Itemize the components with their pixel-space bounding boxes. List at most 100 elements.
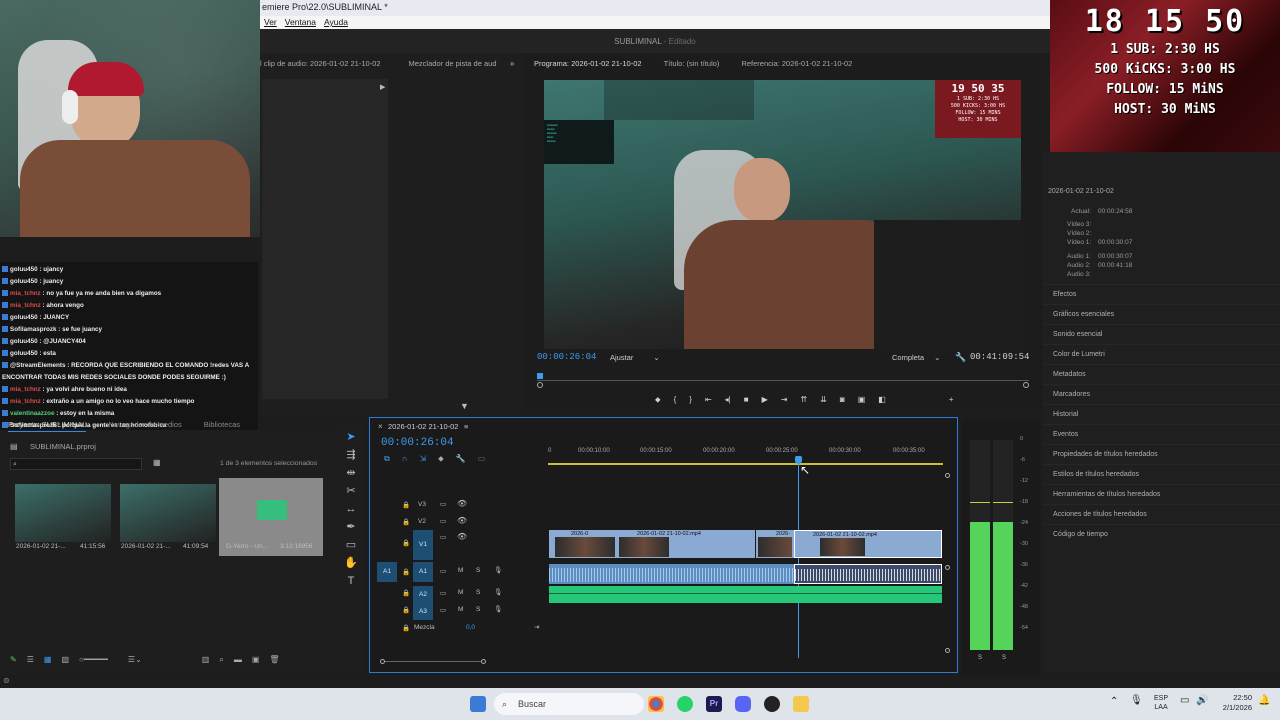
timeline-timecode[interactable]: 00:00:26:04 xyxy=(381,437,454,449)
whatsapp-icon[interactable] xyxy=(677,696,693,712)
quality-dropdown[interactable]: Completa ⌄ xyxy=(892,353,940,362)
play-icon[interactable]: ▶ xyxy=(762,395,768,407)
track-label-a1[interactable]: A1 xyxy=(413,562,433,582)
new-bin-icon[interactable]: ▦ xyxy=(153,458,161,467)
video-clip[interactable]: 2026-01-02 21-10-02.mp4 xyxy=(619,530,755,558)
step-back-icon[interactable]: ◂| xyxy=(725,395,731,407)
sort-icon[interactable]: ☰⌄ xyxy=(128,655,142,667)
lock-icon[interactable]: 🔒 xyxy=(402,501,410,509)
go-to-in-icon[interactable]: ⇤ xyxy=(705,395,712,407)
audio-clip-a1[interactable] xyxy=(549,564,794,584)
mute-button[interactable]: M xyxy=(458,606,463,613)
nest-icon[interactable]: ⧉ xyxy=(384,454,390,464)
tab-audio-clip-mixer[interactable]: l clip de audio: 2026-01-02 21-10-02 xyxy=(260,59,381,73)
premiere-icon[interactable]: Pr xyxy=(706,696,722,712)
panel-item[interactable]: Código de tiempo xyxy=(1043,524,1280,544)
selection-tool-icon[interactable]: ➤ xyxy=(344,430,358,444)
menu-ventana[interactable]: Ventana xyxy=(285,17,316,29)
expand-arrow-icon[interactable]: ▶ xyxy=(380,83,385,91)
video-clip[interactable]: 2026- xyxy=(756,530,794,558)
vr-icon[interactable]: ◧ xyxy=(878,395,886,407)
track-label-v1[interactable]: V1 xyxy=(413,530,433,560)
panel-item[interactable]: Gráficos esenciales xyxy=(1043,304,1280,324)
panel-item[interactable]: Metadatos xyxy=(1043,364,1280,384)
tab-audio-track-mixer[interactable]: Mezclador de pista de aud xyxy=(409,59,497,73)
lock-icon[interactable]: 🔒 xyxy=(402,518,410,526)
video-clip-selected[interactable]: 2026-01-02 21-10-02.mp4 xyxy=(794,530,942,558)
sync-lock-icon[interactable]: ▭ xyxy=(440,589,446,597)
playhead-marker[interactable] xyxy=(537,373,543,379)
extract-icon[interactable]: ⇊ xyxy=(820,395,827,407)
lock-icon[interactable]: 🔒 xyxy=(402,624,410,632)
sync-lock-icon[interactable]: ▭ xyxy=(440,500,446,508)
icon-view-icon[interactable]: ▦ xyxy=(44,655,52,667)
ripple-edit-tool-icon[interactable]: ⇹ xyxy=(344,466,358,480)
language-indicator[interactable]: ESP LAA xyxy=(1154,694,1168,712)
automate-icon[interactable]: ▥ xyxy=(202,655,210,667)
mix-value[interactable]: 0,0 xyxy=(466,624,475,631)
panel-item[interactable]: Color de Lumetri xyxy=(1043,344,1280,364)
add-button-icon[interactable]: + xyxy=(949,395,954,407)
obs-icon[interactable] xyxy=(764,696,780,712)
mute-button[interactable]: M xyxy=(458,589,463,596)
menu-ayuda[interactable]: Ayuda xyxy=(324,17,348,29)
wrench-icon[interactable]: 🔧 xyxy=(955,352,966,363)
project-search-input[interactable]: ⌕ xyxy=(10,458,142,470)
lock-icon[interactable]: 🔒 xyxy=(402,606,410,614)
panel-item[interactable]: Eventos xyxy=(1043,424,1280,444)
sync-lock-icon[interactable]: ▭ xyxy=(440,567,446,575)
panel-item[interactable]: Herramientas de títulos heredados xyxy=(1043,484,1280,504)
find-icon[interactable]: ⌕ xyxy=(219,655,223,667)
scroll-handle-left[interactable] xyxy=(537,382,543,388)
project-item-thumb-1[interactable] xyxy=(15,484,111,542)
microphone-icon[interactable]: 🎙 xyxy=(494,588,502,596)
program-current-time[interactable]: 00:00:26:04 xyxy=(537,352,596,362)
track-label-a3[interactable]: A3 xyxy=(413,603,433,620)
add-marker-icon[interactable]: ⬥ xyxy=(655,395,661,407)
hand-tool-icon[interactable]: ✋ xyxy=(344,556,358,570)
new-item-icon[interactable]: ▣ xyxy=(252,655,260,667)
tab-program[interactable]: Programa: 2026-01-02 21-10-02 xyxy=(534,59,642,73)
work-area-bar[interactable] xyxy=(548,463,943,465)
razor-tool-icon[interactable]: ✂ xyxy=(344,484,358,498)
sequence-tab[interactable]: 2026-01-02 21-10-02 xyxy=(388,422,458,431)
export-frame-icon[interactable]: ◙ xyxy=(840,395,845,407)
sync-lock-icon[interactable]: ▭ xyxy=(440,606,446,614)
settings-wrench-icon[interactable]: 🔧 xyxy=(456,454,466,464)
type-tool-icon[interactable]: T xyxy=(344,574,358,588)
microphone-icon[interactable]: 🎙 xyxy=(494,605,502,613)
panel-item[interactable]: Sonido esencial xyxy=(1043,324,1280,344)
chrome-icon[interactable] xyxy=(648,696,664,712)
panel-item[interactable]: Historial xyxy=(1043,404,1280,424)
eye-icon[interactable]: 👁 xyxy=(457,516,467,525)
eye-icon[interactable]: 👁 xyxy=(457,532,467,541)
program-video-frame[interactable]: ▪▪▪▪▪▪▪▪▪▪ ▪▪▪▪▪▪▪ ▪▪▪▪▪▪▪▪▪ ▪▪▪▪▪▪ ▪▪▪▪▪▪▪▪… xyxy=(544,80,1021,349)
panel-item[interactable]: Efectos xyxy=(1043,284,1280,304)
marker-icon[interactable]: ⬥ xyxy=(438,454,444,464)
show-hidden-icons-icon[interactable]: ⌃ xyxy=(1110,696,1118,707)
stop-icon[interactable]: ■ xyxy=(744,395,749,407)
program-scrub-bar[interactable] xyxy=(537,370,1029,388)
discord-icon[interactable] xyxy=(735,696,751,712)
notifications-icon[interactable]: 🔔 xyxy=(1258,695,1270,706)
go-to-out-icon[interactable]: ⇥ xyxy=(781,395,788,407)
pen-tool-icon[interactable]: ✒ xyxy=(344,520,358,534)
microphone-icon[interactable]: 🎙 xyxy=(1130,695,1143,706)
lock-icon[interactable]: 🔒 xyxy=(402,539,410,547)
compare-icon[interactable]: ▣ xyxy=(858,395,866,407)
lock-icon[interactable]: 🔒 xyxy=(402,568,410,576)
panel-item[interactable]: Marcadores xyxy=(1043,384,1280,404)
captions-icon[interactable]: ▭ xyxy=(478,454,486,464)
project-item-thumb-2[interactable] xyxy=(120,484,216,542)
panel-item[interactable]: Estilos de títulos heredados xyxy=(1043,464,1280,484)
lock-icon[interactable]: 🔒 xyxy=(402,589,410,597)
solo-button[interactable]: S xyxy=(476,606,480,613)
timeline-vertical-scrollbar[interactable] xyxy=(945,473,950,653)
slip-tool-icon[interactable]: ↔ xyxy=(344,502,358,516)
snap-icon[interactable]: ∩ xyxy=(402,454,408,464)
solo-button[interactable]: S xyxy=(476,589,480,596)
mark-in-icon[interactable]: { xyxy=(674,395,677,407)
taskbar-search[interactable]: ⌕ Buscar xyxy=(494,693,644,715)
tab-media-browser[interactable]: Navegador de medios xyxy=(108,420,181,432)
audio-clip-a2[interactable] xyxy=(549,586,942,603)
